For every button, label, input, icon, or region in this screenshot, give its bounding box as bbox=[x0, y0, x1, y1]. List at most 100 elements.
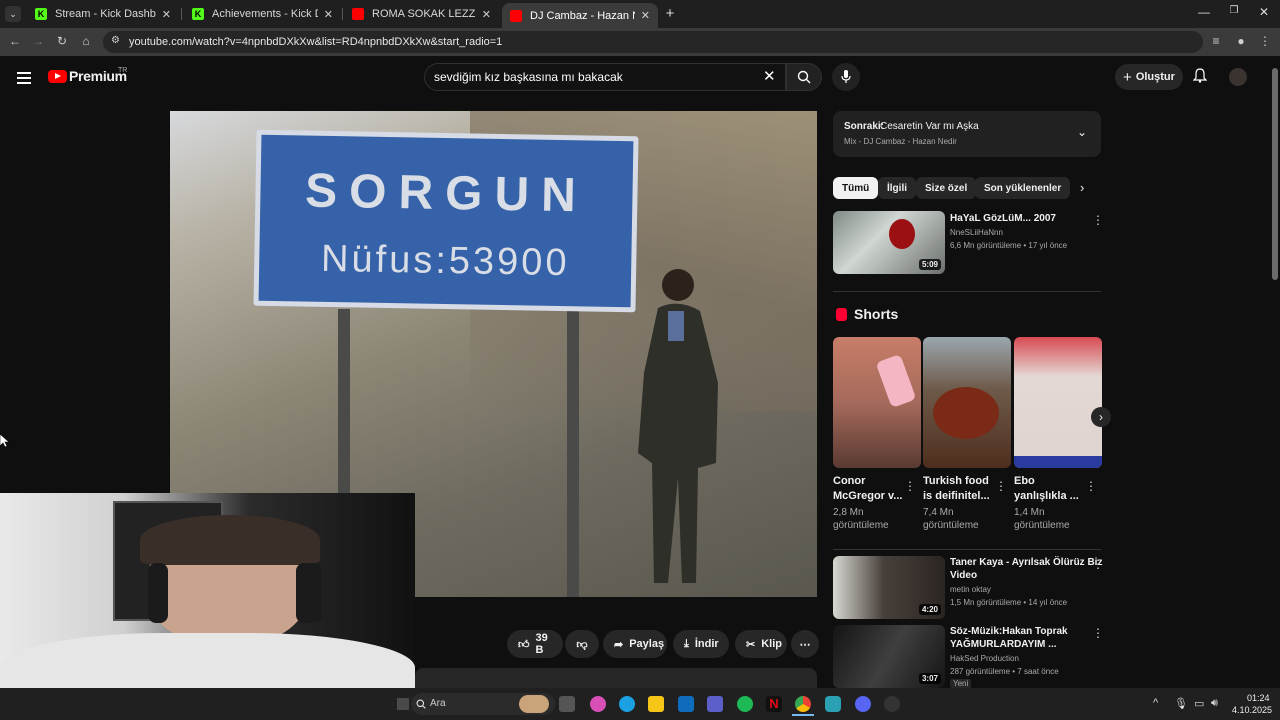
clip-button[interactable]: ✂ Klip bbox=[735, 630, 787, 658]
video-channel[interactable]: NneSLiiHaNnn bbox=[950, 227, 1003, 239]
dislike-button[interactable]: 👎︎ bbox=[565, 630, 599, 658]
short-views-line2: görüntüleme bbox=[1014, 520, 1070, 531]
town-sign: SORGUN Nüfus:53900 bbox=[253, 129, 639, 313]
restore-icon[interactable]: ❐ bbox=[1226, 5, 1242, 16]
video-thumbnail[interactable]: 4:20 bbox=[833, 556, 945, 619]
short-menu-icon[interactable]: ⋮ bbox=[904, 479, 916, 493]
tab-achievements-kick[interactable]: K Achievements - Kick Dashboard ✕ bbox=[184, 3, 341, 25]
like-button[interactable]: 👍︎ 39 B bbox=[507, 630, 563, 658]
video-title[interactable]: HaYaL GözLüM... 2007 bbox=[950, 212, 1056, 225]
short-views-line2: görüntüleme bbox=[833, 520, 889, 531]
clock-date[interactable]: 4.10.2025 bbox=[1232, 705, 1272, 715]
rose-graphic bbox=[889, 219, 915, 249]
site-info-icon[interactable]: ⚙ bbox=[111, 35, 120, 46]
outlook-icon[interactable] bbox=[678, 696, 694, 712]
short-menu-icon[interactable]: ⋮ bbox=[995, 479, 1007, 493]
video-thumbnail[interactable]: 5:09 bbox=[833, 211, 945, 274]
video-menu-icon[interactable]: ⋮ bbox=[1092, 557, 1104, 571]
chevron-down-icon[interactable]: ⌄ bbox=[1077, 125, 1087, 139]
chip-related[interactable]: İlgili bbox=[878, 177, 916, 199]
close-tab-icon[interactable]: ✕ bbox=[641, 9, 650, 22]
new-tab-icon[interactable]: + bbox=[662, 5, 678, 22]
profile-icon[interactable]: ● bbox=[1233, 34, 1249, 48]
close-window-icon[interactable]: ✕ bbox=[1256, 5, 1272, 19]
teams-icon[interactable] bbox=[707, 696, 723, 712]
chip-recent[interactable]: Son yüklenenler bbox=[975, 177, 1071, 199]
short-thumbnail[interactable] bbox=[833, 337, 921, 468]
short-thumbnail[interactable] bbox=[923, 337, 1011, 468]
search-button[interactable] bbox=[786, 63, 822, 91]
hamburger-menu-icon[interactable] bbox=[17, 72, 31, 87]
tab-dj-cambaz[interactable]: DJ Cambaz - Hazan Nedir - YouTube ✕ bbox=[502, 3, 658, 28]
home-icon[interactable]: ⌂ bbox=[78, 34, 94, 48]
tab-title: Achievements - Kick Dashboard bbox=[212, 8, 318, 20]
short-title-line1[interactable]: Conor bbox=[833, 474, 865, 489]
short-menu-icon[interactable]: ⋮ bbox=[1085, 479, 1097, 493]
shorts-next-icon[interactable]: › bbox=[1091, 407, 1111, 427]
video-thumbnail[interactable]: 3:07 bbox=[833, 625, 945, 688]
voice-search-button[interactable] bbox=[832, 63, 860, 91]
short-title-line2[interactable]: yanlışlıkla ... bbox=[1014, 489, 1079, 504]
close-tab-icon[interactable]: ✕ bbox=[324, 8, 333, 21]
download-button[interactable]: ⤓ İndir bbox=[673, 630, 729, 658]
youtube-logo-icon[interactable] bbox=[48, 70, 67, 83]
video-title-line1[interactable]: Söz-Müzik:Hakan Toprak bbox=[950, 625, 1068, 638]
spotify-icon[interactable] bbox=[737, 696, 753, 712]
description-box[interactable] bbox=[415, 668, 817, 688]
reading-list-icon[interactable]: ≡ bbox=[1208, 34, 1224, 48]
chip-all[interactable]: Tümü bbox=[833, 177, 879, 199]
netflix-icon[interactable]: N bbox=[766, 696, 782, 712]
close-tab-icon[interactable]: ✕ bbox=[482, 8, 491, 21]
account-avatar[interactable] bbox=[1229, 68, 1247, 86]
menu-icon[interactable]: ⋮ bbox=[1257, 34, 1273, 48]
tab-title: Stream - Kick Dashboard bbox=[55, 8, 156, 20]
chrome-icon[interactable] bbox=[795, 696, 811, 712]
more-actions-button[interactable]: ⋯ bbox=[791, 630, 819, 658]
copilot-icon[interactable] bbox=[590, 696, 606, 712]
scrollbar-thumb[interactable] bbox=[1272, 68, 1278, 280]
volume-icon[interactable]: 🔊︎ bbox=[1211, 697, 1218, 710]
microphone-icon[interactable]: 🎙︎ bbox=[1174, 697, 1188, 710]
network-icon[interactable]: ▭ bbox=[1194, 697, 1204, 710]
app-icon[interactable] bbox=[884, 696, 900, 712]
tray-chevron-icon[interactable]: ^ bbox=[1153, 697, 1158, 709]
back-icon[interactable]: ← bbox=[7, 34, 23, 48]
thumbs-down-icon: 👎︎ bbox=[576, 638, 588, 651]
video-menu-icon[interactable]: ⋮ bbox=[1092, 213, 1104, 227]
clear-search-icon[interactable]: ✕ bbox=[763, 67, 776, 85]
discord-icon[interactable] bbox=[855, 696, 871, 712]
search-value[interactable]: sevdiğim kız başkasına mı bakacak bbox=[434, 70, 623, 84]
edge-icon[interactable] bbox=[619, 696, 635, 712]
clock-time[interactable]: 01:24 bbox=[1247, 693, 1270, 703]
settings-app-icon[interactable] bbox=[825, 696, 841, 712]
short-title-line1[interactable]: Ebo bbox=[1014, 474, 1035, 489]
reload-icon[interactable]: ↻ bbox=[54, 34, 70, 48]
short-title-line2[interactable]: is deifinitel... bbox=[923, 489, 990, 504]
video-menu-icon[interactable]: ⋮ bbox=[1092, 626, 1104, 640]
video-title-line1[interactable]: Taner Kaya - Ayrılsak Ölürüz Biz bbox=[950, 556, 1102, 569]
chevron-right-icon[interactable]: › bbox=[1080, 180, 1084, 195]
tab-roma[interactable]: ROMA SOKAK LEZZETLERİ! İTALYA ✕ bbox=[344, 3, 499, 25]
video-title-line2[interactable]: Video bbox=[950, 569, 977, 582]
start-icon[interactable] bbox=[397, 698, 409, 710]
video-channel[interactable]: HakSed Production bbox=[950, 653, 1019, 665]
video-channel[interactable]: metin oktay bbox=[950, 584, 991, 596]
up-next-card[interactable]: Sonraki: Cesaretin Var mı Aşka Mix - DJ … bbox=[833, 111, 1101, 157]
file-explorer-icon[interactable] bbox=[648, 696, 664, 712]
taskbar-search-box[interactable]: Ara bbox=[411, 693, 555, 715]
minimize-icon[interactable]: — bbox=[1196, 5, 1212, 19]
short-title-line1[interactable]: Turkish food bbox=[923, 474, 989, 489]
forward-icon[interactable]: → bbox=[30, 34, 46, 48]
video-title-line2[interactable]: YAĞMURLARDAYIM ... bbox=[950, 638, 1057, 651]
create-button[interactable]: + Oluştur bbox=[1115, 64, 1183, 90]
task-view-icon[interactable] bbox=[559, 696, 575, 712]
page-scrollbar[interactable] bbox=[1272, 60, 1278, 688]
short-title-line2[interactable]: McGregor v... bbox=[833, 489, 902, 504]
close-tab-icon[interactable]: ✕ bbox=[162, 8, 171, 21]
tab-stream-kick[interactable]: K Stream - Kick Dashboard ✕ bbox=[27, 3, 179, 25]
tab-search-icon[interactable]: ⌄ bbox=[5, 6, 21, 22]
chip-for-you[interactable]: Size özel bbox=[916, 177, 977, 199]
notifications-bell-icon[interactable] bbox=[1192, 68, 1208, 86]
short-thumbnail[interactable] bbox=[1014, 337, 1102, 468]
share-button[interactable]: ➦ Paylaş bbox=[603, 630, 667, 658]
